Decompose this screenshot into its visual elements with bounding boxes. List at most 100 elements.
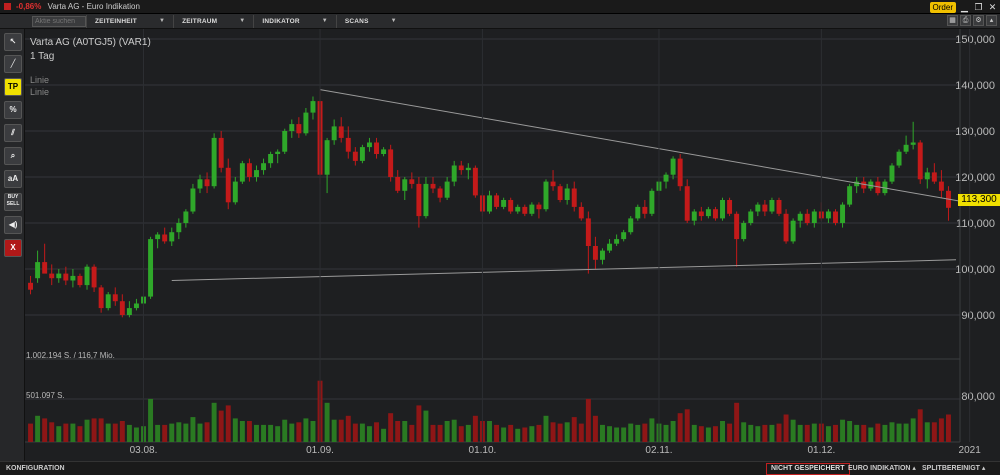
drawing-toolbar: ↖ ╱ TP % ⫽ ⌕ aA BUY SELL ◀) X: [0, 29, 25, 461]
volume-bar: [804, 424, 810, 442]
volume-bar: [585, 398, 591, 442]
not-saved-badge[interactable]: NICHT GESPEICHERT: [766, 463, 850, 475]
volume-bar: [374, 422, 379, 442]
print-icon[interactable]: ⎙: [960, 15, 971, 26]
volume-bar: [840, 419, 846, 442]
volume-bar: [303, 418, 309, 442]
volume-bar: [578, 423, 584, 442]
split-selector[interactable]: SPLITBEREINIGT ▴: [922, 462, 985, 475]
candle-body: [840, 204, 846, 223]
chart-area[interactable]: 150,000 140,000 130,000 120,000 110,000 100,0…: [25, 29, 1000, 461]
delete-button[interactable]: X: [4, 239, 22, 257]
volume-bar: [621, 427, 627, 442]
volume-bar: [649, 418, 655, 442]
volume-bar: [910, 418, 916, 442]
price-tick-label: 90,000: [961, 310, 995, 322]
volume-bar: [28, 423, 34, 442]
volume-bar: [465, 424, 471, 442]
volume-bar: [557, 423, 563, 442]
volume-bar: [56, 426, 62, 442]
line-tool-icon[interactable]: ╱: [4, 55, 22, 73]
candle-body: [451, 165, 457, 182]
candle-body: [395, 177, 401, 191]
date-tick-label: 01.10.: [469, 445, 497, 456]
volume-bar: [938, 418, 944, 442]
date-tick-label: 02.11.: [645, 445, 672, 456]
toolbar: ZEITEINHEIT ▼ ZEITRAUM ▼ INDIKATOR ▼ SCANS ▼…: [0, 14, 1000, 29]
volume-bar: [790, 419, 796, 442]
volume-bar: [571, 417, 577, 442]
overlay-label: Linie: [30, 75, 50, 85]
candle-body: [366, 142, 372, 148]
volume-bar: [889, 422, 895, 442]
percent-button[interactable]: %: [4, 101, 22, 119]
candle-body: [77, 275, 83, 286]
volume-bar: [847, 421, 853, 442]
volume-bar: [155, 424, 161, 442]
volume-bar: [148, 398, 154, 442]
candle-body: [564, 188, 570, 200]
volume-bar: [331, 419, 337, 442]
text-tool-button[interactable]: aA: [4, 170, 22, 188]
candle-body: [345, 137, 351, 152]
close-icon[interactable]: ✕: [987, 2, 998, 13]
candle-body: [28, 282, 34, 290]
timeframe-label: 1 Tag: [30, 51, 55, 62]
volume-bar: [176, 422, 182, 442]
menu-zeitraum[interactable]: ZEITRAUM ▼: [173, 14, 253, 28]
volume-bar: [35, 415, 41, 442]
candle-body: [691, 211, 697, 221]
candle-body: [352, 151, 358, 161]
volume-bar: [381, 428, 387, 442]
menu-scans[interactable]: SCANS ▼: [335, 14, 405, 28]
tp-button[interactable]: TP: [4, 78, 22, 96]
zoom-icon[interactable]: ⌕: [4, 147, 22, 165]
candle-body: [359, 147, 365, 161]
sound-icon[interactable]: ◀): [4, 216, 22, 234]
menu-zeiteinheit[interactable]: ZEITEINHEIT ▼: [86, 14, 173, 28]
candlestick-chart[interactable]: 150,000 140,000 130,000 120,000 110,000 100,0…: [25, 29, 1000, 461]
layout-icon[interactable]: ▦: [947, 15, 958, 26]
candle-body: [628, 218, 634, 233]
restore-icon[interactable]: ❐: [973, 2, 984, 13]
volume-bar: [42, 418, 48, 442]
search-input[interactable]: [32, 15, 86, 27]
candle-body: [931, 172, 937, 182]
candle-body: [543, 181, 549, 210]
price-tick-label: 150,000: [955, 34, 995, 46]
overlay-label: Linie: [30, 87, 50, 97]
candle-body: [105, 294, 111, 309]
candle-body: [769, 200, 775, 212]
order-button[interactable]: Order: [929, 1, 956, 13]
candle-body: [310, 101, 316, 113]
volume-bar: [670, 421, 676, 442]
candle-body: [501, 200, 507, 207]
volume-bar: [345, 415, 351, 442]
buy-sell-button[interactable]: BUY SELL: [4, 193, 22, 211]
candle-body: [472, 167, 478, 196]
collapse-icon[interactable]: ▴: [986, 15, 997, 26]
menu-label: INDIKATOR: [262, 17, 300, 25]
chevron-down-icon: ▼: [239, 17, 246, 24]
indication-selector[interactable]: EURO INDIKATION ▴: [848, 462, 916, 475]
minimize-icon[interactable]: ▁: [959, 2, 970, 13]
settings-icon[interactable]: ⚙: [973, 15, 984, 26]
candle-body: [211, 137, 217, 187]
configuration-button[interactable]: KONFIGURATION: [6, 462, 65, 475]
volume-bar: [734, 402, 740, 442]
menu-indikator[interactable]: INDIKATOR ▼: [253, 14, 335, 28]
volume-bar: [458, 426, 464, 442]
candle-body: [529, 204, 535, 214]
chevron-down-icon: ▼: [158, 17, 166, 24]
volume-bar: [917, 409, 923, 442]
volume-bar: [748, 424, 754, 442]
volume-bar: [833, 424, 838, 442]
cursor-icon[interactable]: ↖: [4, 33, 22, 51]
volume-bar: [296, 422, 302, 442]
channel-tool-icon[interactable]: ⫽: [4, 124, 22, 142]
volume-bar: [536, 424, 542, 442]
candle-body: [225, 167, 231, 203]
candle-body: [642, 206, 648, 214]
candle-body: [762, 204, 768, 212]
volume-bar: [126, 424, 132, 442]
